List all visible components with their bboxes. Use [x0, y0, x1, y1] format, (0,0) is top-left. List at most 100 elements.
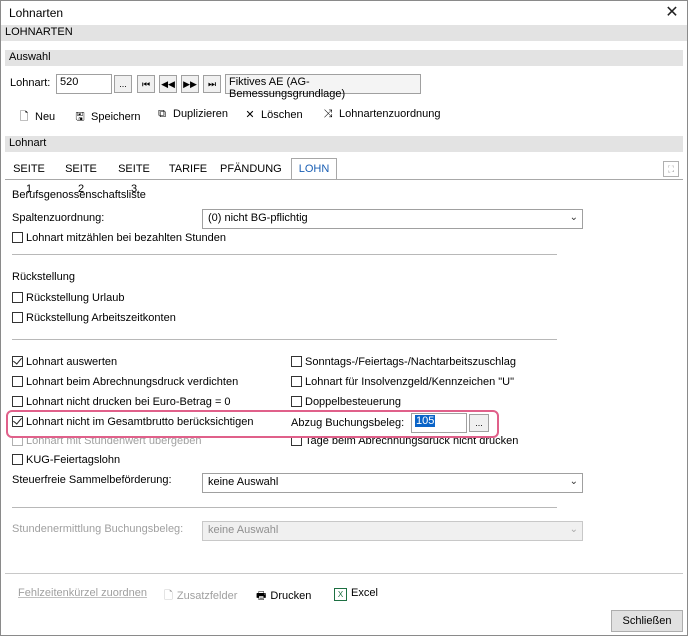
- tab-pfaendung[interactable]: PFÄNDUNG: [220, 159, 282, 179]
- new-label: Neu: [35, 111, 56, 123]
- lohnart-section-label: Lohnart: [9, 137, 47, 149]
- excel-label: Excel: [351, 587, 378, 599]
- drucken-label: Drucken: [270, 590, 312, 602]
- shuffle-icon: ⤨: [323, 108, 333, 120]
- document-icon: 🗋: [164, 590, 173, 602]
- mitzaehlen-label: Lohnart mitzählen bei bezahlten Stunden: [26, 232, 226, 244]
- urlaub-checkbox[interactable]: Rückstellung Urlaub: [12, 292, 124, 304]
- pin-icon[interactable]: ⛶: [663, 161, 679, 177]
- close-button[interactable]: Schließen: [611, 610, 683, 632]
- checkbox-box-checked: [12, 356, 23, 367]
- gesamtbrutto-checkbox[interactable]: Lohnart nicht im Gesamtbrutto berücksich…: [12, 416, 253, 428]
- auswerten-checkbox[interactable]: Lohnart auswerten: [12, 356, 117, 368]
- checkbox-box: [291, 356, 302, 367]
- delete-button[interactable]: ✕ Löschen: [243, 108, 303, 121]
- nav-next-button[interactable]: ▶▶: [181, 75, 199, 93]
- doppel-label: Doppelbesteuerung: [305, 396, 402, 408]
- printer-icon: 🖶: [256, 590, 267, 602]
- doppel-checkbox[interactable]: Doppelbesteuerung: [291, 396, 401, 408]
- zusatz-label: Zusatzfelder: [176, 590, 238, 602]
- auswahl-section-header: Auswahl: [5, 50, 683, 66]
- checkbox-box: [12, 376, 23, 387]
- tab-seite-2[interactable]: SEITE 2: [61, 159, 101, 195]
- abzug-input[interactable]: 105: [411, 413, 467, 433]
- steuerfrei-value: keine Auswahl: [208, 476, 279, 488]
- chevron-down-icon: ⌄: [569, 524, 578, 535]
- lohnarten-window: Lohnarten ✕ LOHNARTEN Auswahl Lohnart: 5…: [0, 0, 688, 636]
- spalten-select[interactable]: (0) nicht BG-pflichtig ⌄: [202, 209, 583, 229]
- checkbox-box: [12, 454, 23, 465]
- steuerfrei-select[interactable]: keine Auswahl ⌄: [202, 473, 583, 493]
- checkbox-box: [12, 396, 23, 407]
- divider: [12, 339, 557, 340]
- fehlzeiten-button[interactable]: Fehlzeitenkürzel zuordnen: [18, 587, 147, 599]
- duplicate-button[interactable]: ⧉ Duplizieren: [155, 108, 228, 121]
- tab-tarife[interactable]: TARIFE: [166, 159, 210, 179]
- new-document-icon: 🗋: [19, 111, 29, 123]
- lohnart-browse-button[interactable]: ...: [114, 75, 132, 93]
- gesamtbrutto-label: Lohnart nicht im Gesamtbrutto berücksich…: [26, 416, 254, 428]
- checkbox-box: [291, 396, 302, 407]
- rueck-group-title: Rückstellung: [12, 271, 75, 283]
- nav-first-button[interactable]: ⏮: [137, 75, 155, 93]
- kug-checkbox[interactable]: KUG-Feiertagslohn: [12, 454, 120, 466]
- footer-divider: [5, 573, 683, 574]
- insolvenz-checkbox[interactable]: Lohnart für Insolvenzgeld/Kennzeichen "U…: [291, 376, 514, 388]
- abzug-browse-button[interactable]: ...: [469, 414, 489, 432]
- assign-button[interactable]: ⤨ Lohnartenzuordnung: [321, 108, 441, 121]
- chevron-down-icon: ⌄: [569, 476, 578, 487]
- abzug-value: 105: [415, 415, 436, 427]
- header-label: LOHNARTEN: [5, 26, 73, 38]
- delete-label: Löschen: [261, 109, 303, 121]
- tab-lohn[interactable]: LOHN: [291, 158, 337, 180]
- nicht-drucken-label: Lohnart nicht drucken bei Euro-Betrag = …: [26, 396, 231, 408]
- header-band: LOHNARTEN: [1, 25, 687, 41]
- close-icon[interactable]: ✕: [659, 2, 685, 24]
- window-title: Lohnarten: [9, 6, 64, 20]
- tab-seite-3[interactable]: SEITE 3: [114, 159, 154, 195]
- tab-seite-1[interactable]: SEITE 1: [9, 159, 49, 195]
- checkbox-box: [291, 376, 302, 387]
- stundenermittlung-label: Stundenermittlung Buchungsbeleg:: [12, 523, 184, 535]
- insolvenz-label: Lohnart für Insolvenzgeld/Kennzeichen "U…: [305, 376, 514, 388]
- zusatz-button[interactable]: 🗋 Zusatzfelder: [164, 587, 237, 606]
- sonntag-label: Sonntags-/Feiertags-/Nachtarbeitszuschla…: [305, 356, 516, 368]
- divider: [12, 254, 557, 255]
- duplicate-icon: ⧉: [158, 108, 166, 120]
- urlaub-label: Rückstellung Urlaub: [26, 292, 125, 304]
- bg-group-title: Berufsgenossenschaftsliste: [12, 189, 146, 201]
- arbeitszeit-checkbox[interactable]: Rückstellung Arbeitszeitkonten: [12, 312, 176, 324]
- checkbox-box: [12, 312, 23, 323]
- spalten-value: (0) nicht BG-pflichtig: [208, 212, 308, 224]
- save-label: Speichern: [91, 111, 141, 123]
- abzug-label: Abzug Buchungsbeleg:: [291, 417, 405, 429]
- stundenermittlung-value: keine Auswahl: [208, 524, 279, 536]
- excel-button[interactable]: X Excel: [334, 587, 378, 601]
- chevron-down-icon: ⌄: [569, 212, 578, 223]
- nav-prev-button[interactable]: ◀◀: [159, 75, 177, 93]
- save-icon: 🖫: [75, 111, 85, 123]
- checkbox-box: [12, 232, 23, 243]
- delete-icon: ✕: [245, 109, 255, 121]
- drucken-button[interactable]: 🖶 Drucken: [256, 587, 311, 606]
- assign-label: Lohnartenzuordnung: [339, 108, 441, 120]
- verdichten-label: Lohnart beim Abrechnungsdruck verdichten: [26, 376, 239, 388]
- verdichten-checkbox[interactable]: Lohnart beim Abrechnungsdruck verdichten: [12, 376, 238, 388]
- spalten-label: Spaltenzuordnung:: [12, 212, 105, 224]
- arbeitszeit-label: Rückstellung Arbeitszeitkonten: [26, 312, 176, 324]
- lohnart-label: Lohnart:: [10, 77, 51, 89]
- sonntag-checkbox[interactable]: Sonntags-/Feiertags-/Nachtarbeitszuschla…: [291, 356, 516, 368]
- save-button[interactable]: 🖫 Speichern: [73, 108, 141, 127]
- lohnart-input[interactable]: 520: [56, 74, 112, 94]
- auswerten-label: Lohnart auswerten: [26, 356, 118, 368]
- stundenermittlung-select[interactable]: keine Auswahl ⌄: [202, 521, 583, 541]
- nicht-drucken-checkbox[interactable]: Lohnart nicht drucken bei Euro-Betrag = …: [12, 396, 231, 408]
- new-button[interactable]: 🗋 Neu: [17, 108, 56, 127]
- mitzaehlen-checkbox[interactable]: Lohnart mitzählen bei bezahlten Stunden: [12, 232, 226, 244]
- lohnart-section-header: Lohnart: [5, 136, 683, 152]
- nav-last-button[interactable]: ⏭: [203, 75, 221, 93]
- divider: [12, 507, 557, 508]
- lohnart-description: Fiktives AE (AG-Bemessungsgrundlage): [225, 74, 421, 100]
- kug-label: KUG-Feiertagslohn: [26, 454, 121, 466]
- title-bar: Lohnarten ✕: [1, 1, 687, 25]
